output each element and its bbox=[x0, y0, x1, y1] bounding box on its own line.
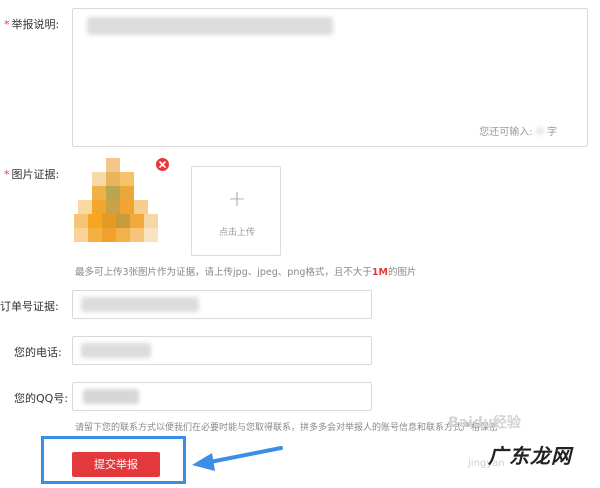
qq-label: 您的QQ号: bbox=[14, 392, 69, 405]
image-evidence-label: * 图片证据: bbox=[4, 168, 60, 181]
phone-input[interactable] bbox=[72, 336, 372, 365]
redacted-text bbox=[87, 17, 333, 35]
qq-input[interactable] bbox=[72, 382, 372, 411]
report-desc-textarea[interactable]: 您还可输入: 字 bbox=[72, 8, 588, 147]
redacted-text bbox=[81, 297, 199, 312]
order-evidence-input[interactable] bbox=[72, 290, 372, 319]
required-mark: * bbox=[4, 18, 10, 31]
order-evidence-label: 订单号证据: bbox=[0, 300, 59, 313]
required-mark: * bbox=[4, 168, 10, 181]
arrow-left-icon bbox=[192, 446, 283, 471]
contact-hint: 请留下您的联系方式以便我们在必要时能与您取得联系，拼多多会对举报人的账号信息和联… bbox=[75, 423, 499, 433]
submit-report-button[interactable]: 提交举报 bbox=[72, 452, 160, 477]
uploaded-image-thumbnail bbox=[74, 158, 160, 250]
redacted-text bbox=[81, 343, 151, 358]
site-logo-watermark: 广东龙网 bbox=[488, 444, 572, 468]
upload-image-button[interactable]: + 点击上传 bbox=[191, 166, 281, 256]
plus-icon: + bbox=[227, 187, 247, 212]
baidu-jingyan-watermark: Baidu经验 bbox=[448, 415, 521, 431]
redacted-text bbox=[83, 389, 139, 404]
upload-label: 点击上传 bbox=[218, 228, 255, 238]
report-desc-label: * 举报说明: bbox=[4, 18, 60, 31]
size-limit: 1M bbox=[371, 267, 388, 278]
phone-label: 您的电话: bbox=[14, 346, 62, 359]
char-counter: 您还可输入: 字 bbox=[479, 127, 557, 138]
remove-image-icon[interactable] bbox=[156, 158, 169, 171]
image-upload-hint: 最多可上传3张图片作为证据，请上传jpg、jpeg、png格式，且不大于1M的图… bbox=[75, 267, 417, 278]
